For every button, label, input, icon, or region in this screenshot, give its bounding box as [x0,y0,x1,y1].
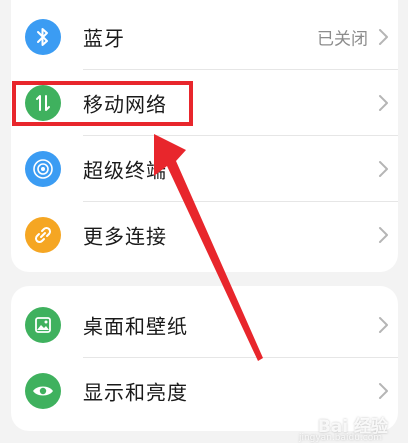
highlight-box [12,81,193,126]
chevron-right-icon [379,227,388,243]
wallpaper-icon [25,307,61,343]
settings-card-connectivity: 蓝牙 已关闭 移动网络 超级终端 更多连接 [11,0,398,272]
settings-item-label: 蓝牙 [83,26,125,51]
settings-item-super-device[interactable]: 超级终端 [11,136,398,202]
chevron-right-icon [379,95,388,111]
settings-item-label: 桌面和壁纸 [83,314,188,339]
settings-item-wallpaper[interactable]: 桌面和壁纸 [11,292,398,358]
chevron-right-icon [379,161,388,177]
settings-item-bluetooth[interactable]: 蓝牙 已关闭 [11,4,398,70]
super-device-icon [25,151,61,187]
chevron-right-icon [379,317,388,333]
watermark-url: jingyan.baidu.com [298,433,382,443]
settings-item-label: 超级终端 [83,158,167,183]
link-icon [25,217,61,253]
display-eye-icon [25,373,61,409]
settings-card-display: 桌面和壁纸 显示和亮度 [11,286,398,431]
bluetooth-status: 已关闭 [317,29,368,50]
settings-item-label: 更多连接 [83,224,167,249]
bluetooth-icon [25,19,61,55]
settings-item-label: 显示和亮度 [83,380,188,405]
chevron-right-icon [379,29,388,45]
chevron-right-icon [379,383,388,399]
settings-item-more-connections[interactable]: 更多连接 [11,202,398,268]
